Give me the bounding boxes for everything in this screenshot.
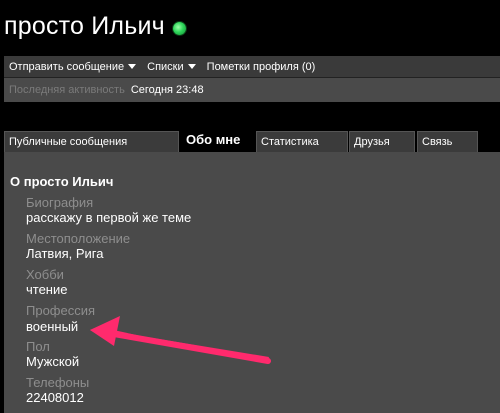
profile-tabs: Публичные сообщения Обо мне Статистика Д… bbox=[4, 126, 500, 152]
tab-statistics[interactable]: Статистика bbox=[256, 131, 348, 152]
hobby-label: Хобби bbox=[26, 267, 64, 282]
tab-about-me[interactable]: Обо мне bbox=[181, 126, 255, 152]
about-panel: О просто Ильич Биография расскажу в перв… bbox=[4, 152, 500, 413]
send-message-label: Отправить сообщение bbox=[9, 60, 125, 73]
last-activity-value: Сегодня 23:48 bbox=[130, 84, 204, 96]
biography-value: расскажу в первой же теме bbox=[26, 210, 192, 225]
last-activity-bar: Последняя активность Сегодня 23:48 bbox=[4, 78, 500, 102]
biography-label: Биография bbox=[26, 195, 94, 210]
chevron-down-icon bbox=[187, 64, 196, 69]
last-activity-label: Последняя активность bbox=[9, 84, 125, 96]
hobby-value: чтение bbox=[26, 282, 68, 297]
about-section-title: О просто Ильич bbox=[10, 174, 114, 189]
chevron-down-icon bbox=[128, 64, 137, 69]
profile-actions-bar: Отправить сообщение Списки Пометки профи… bbox=[4, 56, 500, 78]
profile-header: просто Ильич bbox=[4, 6, 186, 46]
profession-value: военный bbox=[26, 319, 79, 334]
location-value: Латвия, Рига bbox=[26, 246, 104, 261]
profession-label: Профессия bbox=[26, 303, 96, 318]
phones-label: Телефоны bbox=[26, 375, 90, 390]
profile-notes-link[interactable]: Пометки профиля (0) bbox=[207, 61, 316, 73]
send-message-dropdown[interactable]: Отправить сообщение bbox=[9, 60, 137, 73]
tab-public-messages[interactable]: Публичные сообщения bbox=[4, 131, 179, 152]
location-label: Местоположение bbox=[26, 231, 131, 246]
profile-title: просто Ильич bbox=[4, 11, 165, 40]
lists-label: Списки bbox=[147, 60, 184, 73]
lists-dropdown[interactable]: Списки bbox=[147, 61, 196, 73]
tab-friends[interactable]: Друзья bbox=[349, 131, 415, 152]
phones-value: 22408012 bbox=[26, 390, 84, 405]
tab-contact[interactable]: Связь bbox=[417, 131, 478, 152]
gender-value: Мужской bbox=[26, 354, 80, 369]
online-status-icon bbox=[172, 21, 186, 35]
gender-label: Пол bbox=[26, 339, 50, 354]
